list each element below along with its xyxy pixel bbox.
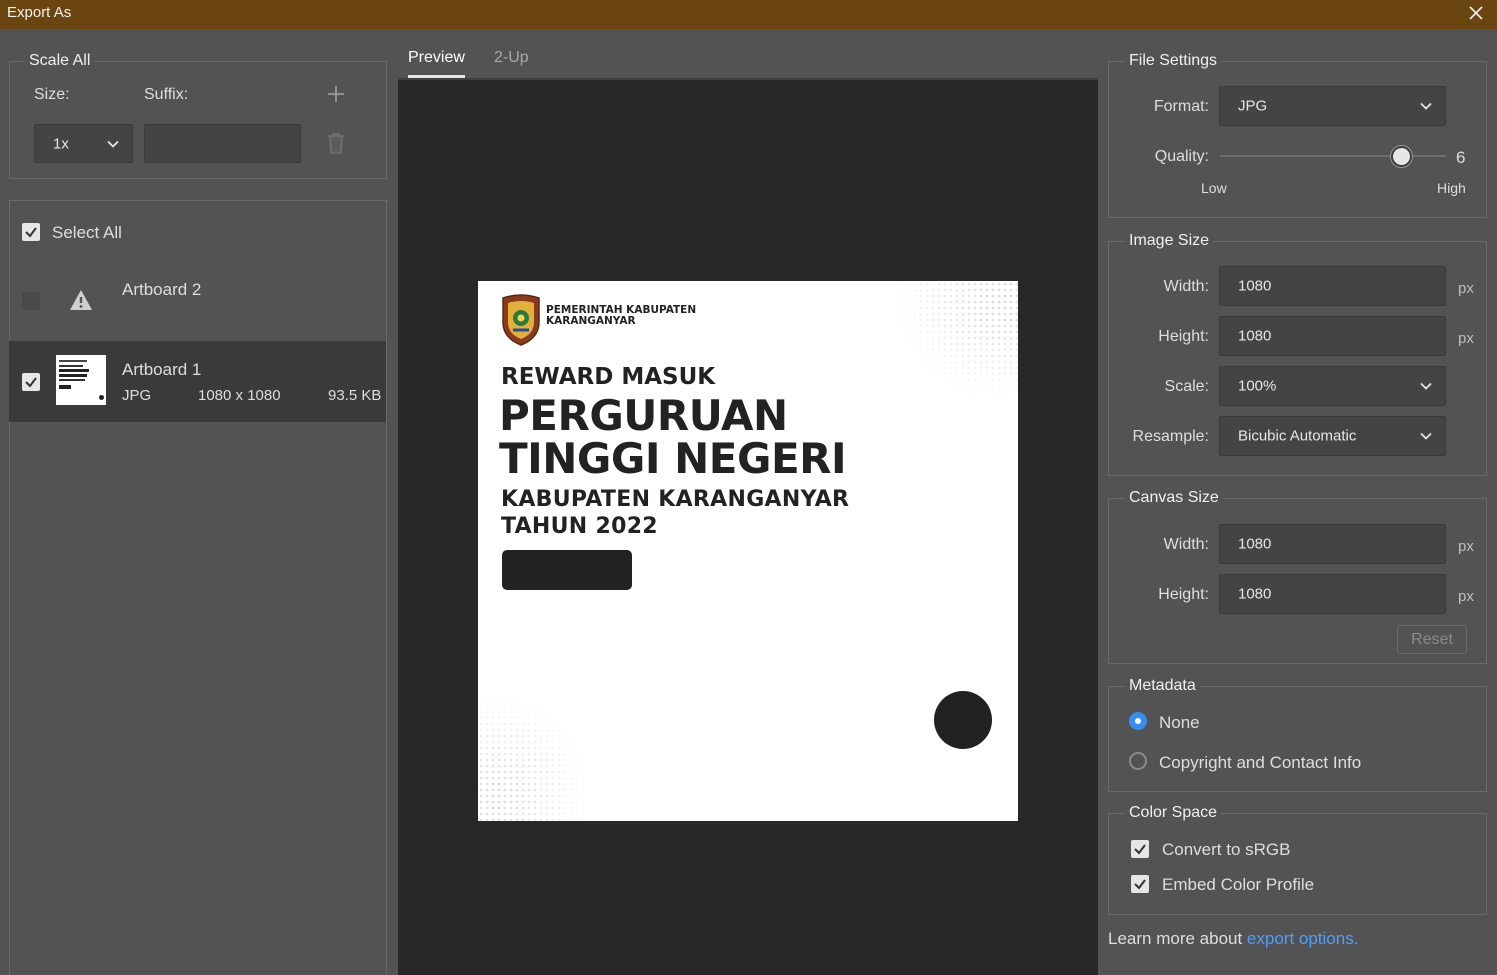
quality-slider-thumb[interactable] [1391,146,1412,167]
halftone-pattern [478,691,598,821]
canvas-size-legend: Canvas Size [1125,489,1223,507]
learn-more-prefix: Learn more about [1108,929,1247,948]
artwork-line-1: REWARD MASUK [501,364,716,390]
image-height-value: 1080 [1238,327,1272,345]
logo-emblem [500,294,542,346]
add-scale-icon[interactable] [326,84,346,104]
embed-profile-checkbox[interactable] [1131,875,1149,893]
window-title: Export As [7,4,72,21]
color-space-group [1108,813,1487,915]
artboard-1-checkbox[interactable] [22,373,40,391]
canvas-width-unit: px [1458,538,1474,555]
close-icon[interactable] [1465,2,1487,24]
chevron-down-icon [1420,382,1432,390]
select-all-label: Select All [52,223,122,242]
image-width-label: Width: [1163,278,1209,295]
artboard-1-name: Artboard 1 [122,360,202,379]
artwork-line-2b: TINGGI NEGERI [499,434,847,483]
artboard-preview: PEMERINTAH KABUPATEN KARANGANYAR REWARD … [478,281,1018,821]
select-all-checkbox[interactable] [22,223,40,241]
convert-srgb-checkbox[interactable] [1131,840,1149,858]
metadata-legend: Metadata [1125,677,1200,695]
quality-low-label: Low [1201,180,1227,196]
scale-value: 100% [1238,377,1277,395]
metadata-none-label: None [1159,713,1200,732]
image-size-legend: Image Size [1125,232,1214,250]
size-value: 1x [53,135,69,152]
image-width-value: 1080 [1238,277,1272,295]
artboard-1-thumbnail [56,355,106,405]
quality-label: Quality: [1154,148,1209,165]
image-height-input[interactable]: 1080 [1219,316,1446,356]
image-height-unit: px [1458,330,1474,347]
artboard-list [9,200,387,975]
artwork-circle [934,691,992,749]
quality-high-label: High [1437,180,1466,196]
color-space-legend: Color Space [1125,804,1222,822]
metadata-copyright-label: Copyright and Contact Info [1159,753,1362,772]
artboard-1-format: JPG [122,387,152,404]
canvas-width-input[interactable]: 1080 [1219,524,1446,564]
convert-srgb-label: Convert to sRGB [1162,840,1291,859]
resample-dropdown[interactable]: Bicubic Automatic [1219,416,1446,456]
export-options-link[interactable]: export options. [1247,929,1359,948]
tab-2up[interactable]: 2-Up [494,49,529,67]
resample-value: Bicubic Automatic [1238,427,1357,445]
canvas-height-input[interactable]: 1080 [1219,574,1446,614]
artboard-2-name: Artboard 2 [122,280,202,299]
tab-preview[interactable]: Preview [408,49,465,67]
canvas-height-label: Height: [1158,586,1209,603]
suffix-input[interactable] [144,124,301,163]
warning-icon [69,288,93,312]
scale-label: Scale: [1164,378,1209,395]
format-dropdown[interactable]: JPG [1219,86,1446,126]
canvas-width-label: Width: [1163,536,1209,553]
format-label: Format: [1153,98,1209,115]
suffix-label: Suffix: [144,86,189,103]
image-height-label: Height: [1158,328,1209,345]
artwork-org-name: PEMERINTAH KABUPATEN KARANGANYAR [546,304,697,327]
quality-value: 6 [1456,148,1466,167]
artboard-1-filesize: 93.5 KB [328,387,382,404]
image-width-unit: px [1458,280,1474,297]
artwork-line-2a: PERGURUAN [499,391,788,440]
reset-button[interactable]: Reset [1397,625,1467,654]
scale-all-legend: Scale All [25,52,95,70]
image-width-input[interactable]: 1080 [1219,266,1446,306]
embed-profile-label: Embed Color Profile [1162,875,1315,894]
artwork-button-shape [502,550,632,590]
halftone-pattern [888,281,1018,401]
trash-icon[interactable] [325,131,347,155]
file-settings-legend: File Settings [1125,52,1222,70]
chevron-down-icon [107,140,119,148]
title-bar: Export As [0,0,1497,29]
canvas-height-value: 1080 [1238,585,1272,603]
chevron-down-icon [1420,432,1432,440]
scale-dropdown[interactable]: 100% [1219,366,1446,406]
resample-label: Resample: [1132,428,1209,445]
canvas-height-unit: px [1458,588,1474,605]
canvas-width-value: 1080 [1238,535,1272,553]
quality-slider-track[interactable] [1220,155,1446,157]
metadata-group [1108,686,1487,792]
file-settings-group [1108,61,1487,218]
metadata-none-radio[interactable] [1129,712,1147,730]
size-label: Size: [34,86,70,103]
learn-more-text: Learn more about export options. [1108,929,1358,949]
artboard-1-dimensions: 1080 x 1080 [198,387,281,404]
format-value: JPG [1238,97,1268,115]
metadata-copyright-radio[interactable] [1129,752,1147,770]
chevron-down-icon [1420,102,1432,110]
size-dropdown[interactable]: 1x [34,124,133,163]
artboard-2-checkbox[interactable] [22,292,40,310]
artwork-line-2: PERGURUAN TINGGI NEGERI [499,391,847,483]
artwork-line-4: KABUPATEN KARANGANYAR TAHUN 2022 [501,487,850,539]
